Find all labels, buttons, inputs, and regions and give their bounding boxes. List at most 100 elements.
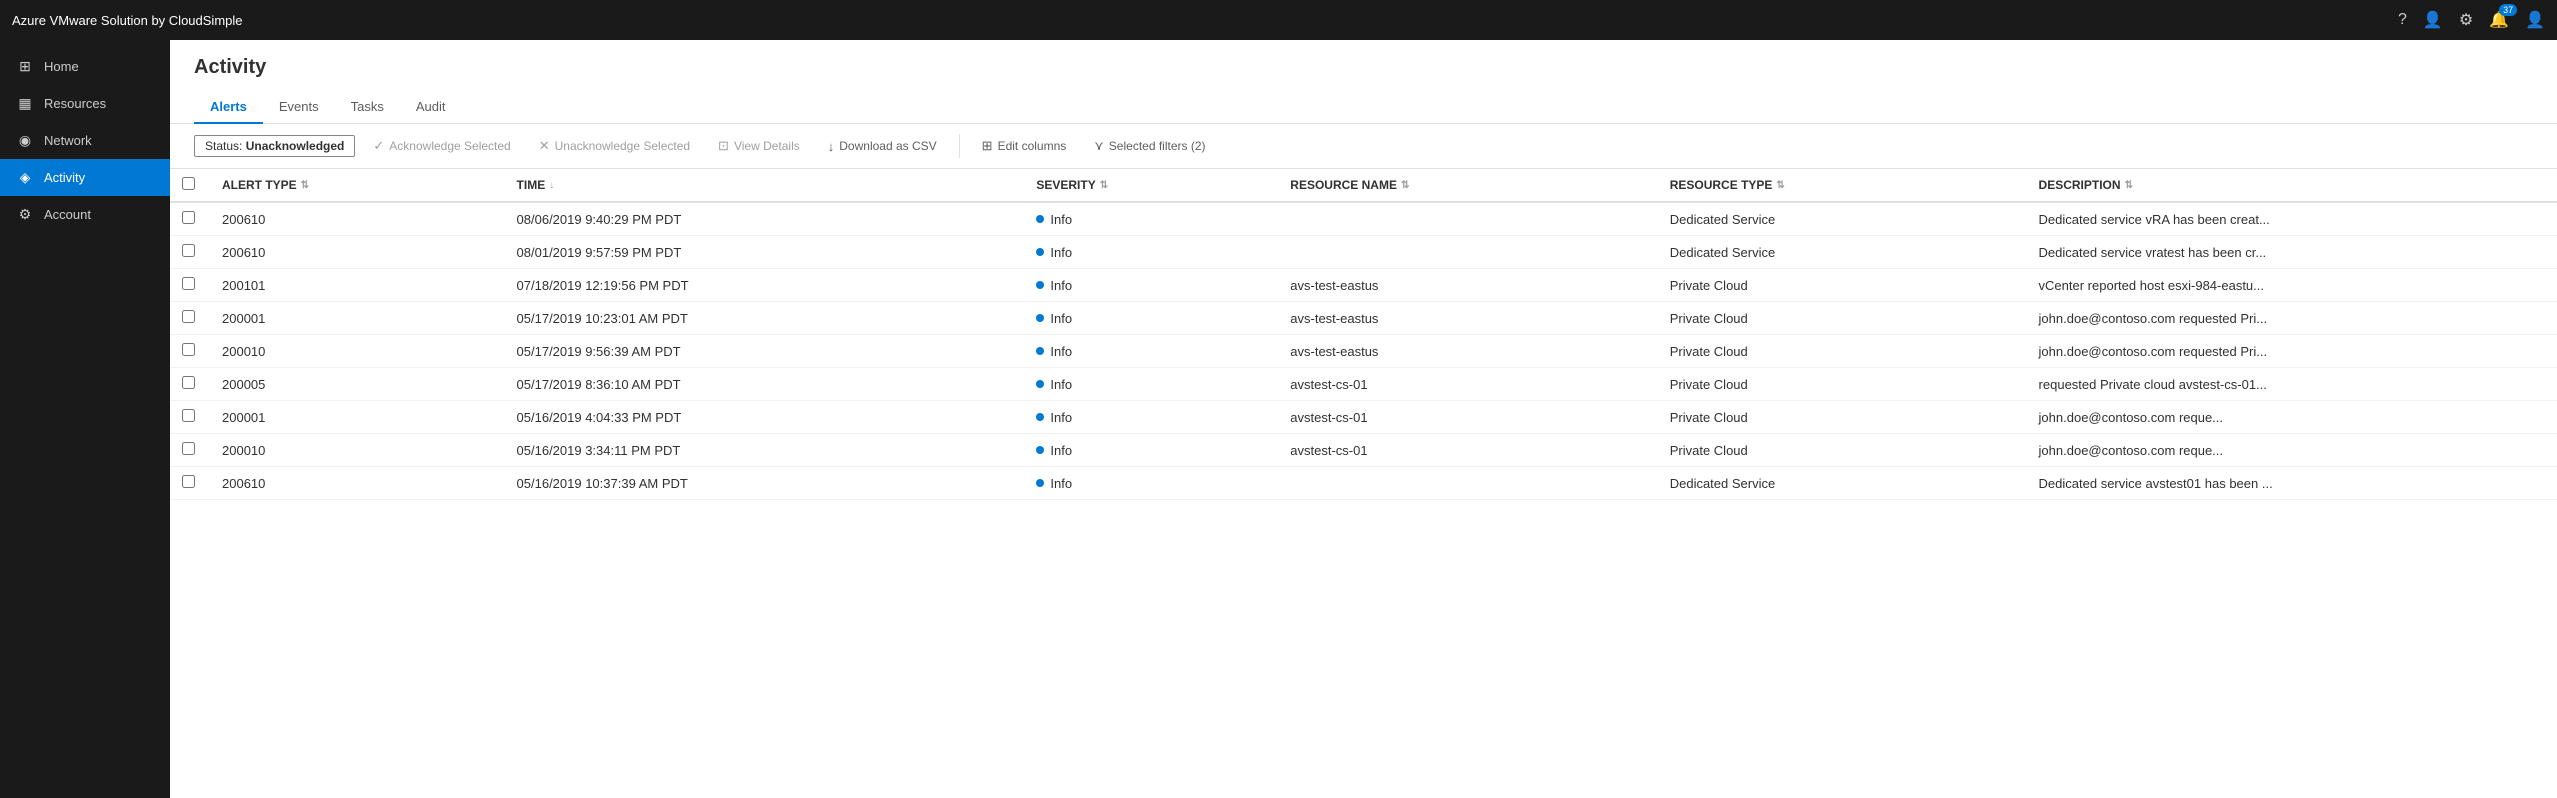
row-alert-type: 200610 [210, 236, 505, 269]
resources-icon: ▦ [16, 95, 34, 112]
sort-resource-name-icon: ⇅ [1401, 180, 1409, 191]
download-csv-button[interactable]: ↓ Download as CSV [818, 135, 947, 158]
table-row[interactable]: 200101 07/18/2019 12:19:56 PM PDT Info a… [170, 269, 2557, 302]
row-checkbox-cell [170, 202, 210, 236]
view-details-label: View Details [734, 139, 800, 153]
table-row[interactable]: 200610 08/01/2019 9:57:59 PM PDT Info De… [170, 236, 2557, 269]
tabs: Alerts Events Tasks Audit [194, 91, 2533, 123]
table-row[interactable]: 200010 05/17/2019 9:56:39 AM PDT Info av… [170, 335, 2557, 368]
edit-columns-label: Edit columns [998, 139, 1067, 153]
sidebar-item-home[interactable]: ⊞ Home [0, 48, 170, 85]
row-description: Dedicated service avstest01 has been ... [2027, 467, 2557, 500]
unacknowledge-label: Unacknowledge Selected [555, 139, 690, 153]
selected-filters-button[interactable]: ⋎ Selected filters (2) [1084, 134, 1215, 158]
activity-icon: ◈ [16, 169, 34, 186]
severity-label: Info [1050, 212, 1072, 227]
row-resource-name [1278, 202, 1657, 236]
row-alert-type: 200010 [210, 434, 505, 467]
row-description: Dedicated service vRA has been creat... [2027, 202, 2557, 236]
download-icon: ↓ [828, 139, 835, 154]
col-time[interactable]: TIME ↓ [505, 169, 1025, 202]
row-checkbox-8[interactable] [182, 475, 195, 488]
row-resource-type: Dedicated Service [1658, 202, 2027, 236]
row-resource-type: Private Cloud [1658, 368, 2027, 401]
severity-label: Info [1050, 311, 1072, 326]
row-time: 08/01/2019 9:57:59 PM PDT [505, 236, 1025, 269]
col-resource-type-label: RESOURCE TYPE [1670, 178, 1773, 192]
account-icon[interactable]: 👤 [2525, 10, 2545, 30]
x-icon: ✕ [539, 138, 550, 154]
select-all-checkbox[interactable] [182, 177, 195, 190]
row-severity: Info [1024, 236, 1278, 269]
col-severity-label: SEVERITY [1036, 178, 1095, 192]
sidebar-item-network[interactable]: ◉ Network [0, 122, 170, 159]
row-checkbox-cell [170, 236, 210, 269]
col-resource-name[interactable]: RESOURCE NAME ⇅ [1278, 169, 1657, 202]
tab-audit[interactable]: Audit [400, 91, 462, 124]
settings-icon[interactable]: ⚙ [2459, 10, 2473, 30]
row-resource-name: avstest-cs-01 [1278, 401, 1657, 434]
tab-alerts[interactable]: Alerts [194, 91, 263, 124]
row-checkbox-1[interactable] [182, 244, 195, 257]
col-severity[interactable]: SEVERITY ⇅ [1024, 169, 1278, 202]
severity-label: Info [1050, 278, 1072, 293]
table-row[interactable]: 200010 05/16/2019 3:34:11 PM PDT Info av… [170, 434, 2557, 467]
row-description: Dedicated service vratest has been cr... [2027, 236, 2557, 269]
view-details-button[interactable]: ⊡ View Details [708, 134, 810, 158]
severity-dot [1036, 347, 1044, 355]
help-icon[interactable]: ? [2398, 11, 2407, 29]
alerts-table: ALERT TYPE ⇅ TIME ↓ SEVE [170, 169, 2557, 500]
row-checkbox-3[interactable] [182, 310, 195, 323]
row-checkbox-cell [170, 434, 210, 467]
acknowledge-selected-button[interactable]: ✓ Acknowledge Selected [363, 134, 520, 158]
table-row[interactable]: 200001 05/17/2019 10:23:01 AM PDT Info a… [170, 302, 2557, 335]
row-checkbox-7[interactable] [182, 442, 195, 455]
row-checkbox-2[interactable] [182, 277, 195, 290]
row-alert-type: 200001 [210, 302, 505, 335]
tab-tasks[interactable]: Tasks [335, 91, 400, 124]
unacknowledge-selected-button[interactable]: ✕ Unacknowledge Selected [529, 134, 700, 158]
columns-icon: ⊞ [982, 138, 993, 154]
selected-filters-label: Selected filters (2) [1109, 139, 1206, 153]
sidebar-item-activity[interactable]: ◈ Activity [0, 159, 170, 196]
row-severity: Info [1024, 401, 1278, 434]
sidebar-item-resources[interactable]: ▦ Resources [0, 85, 170, 122]
table-body: 200610 08/06/2019 9:40:29 PM PDT Info De… [170, 202, 2557, 500]
row-checkbox-0[interactable] [182, 211, 195, 224]
row-resource-type: Private Cloud [1658, 269, 2027, 302]
col-description[interactable]: DESCRIPTION ⇅ [2027, 169, 2557, 202]
sidebar-item-account[interactable]: ⚙ Account [0, 196, 170, 233]
row-resource-name: avstest-cs-01 [1278, 368, 1657, 401]
row-description: john.doe@contoso.com reque... [2027, 434, 2557, 467]
sidebar-item-label-home: Home [44, 59, 79, 74]
sidebar-item-label-network: Network [44, 133, 92, 148]
col-resource-type[interactable]: RESOURCE TYPE ⇅ [1658, 169, 2027, 202]
severity-dot [1036, 380, 1044, 388]
row-resource-type: Private Cloud [1658, 434, 2027, 467]
row-severity: Info [1024, 302, 1278, 335]
row-description: john.doe@contoso.com requested Pri... [2027, 335, 2557, 368]
acknowledge-label: Acknowledge Selected [389, 139, 510, 153]
table-row[interactable]: 200610 08/06/2019 9:40:29 PM PDT Info De… [170, 202, 2557, 236]
topbar-icons: ? 👤 ⚙ 🔔 37 👤 [2398, 10, 2545, 30]
notification-icon[interactable]: 🔔 37 [2489, 10, 2509, 30]
row-checkbox-5[interactable] [182, 376, 195, 389]
col-alert-type[interactable]: ALERT TYPE ⇅ [210, 169, 505, 202]
check-icon: ✓ [373, 138, 384, 154]
user-icon[interactable]: 👤 [2423, 10, 2443, 30]
row-checkbox-6[interactable] [182, 409, 195, 422]
severity-label: Info [1050, 377, 1072, 392]
status-filter-badge[interactable]: Status: Unacknowledged [194, 135, 355, 157]
table-row[interactable]: 200001 05/16/2019 4:04:33 PM PDT Info av… [170, 401, 2557, 434]
row-checkbox-cell [170, 335, 210, 368]
tab-events[interactable]: Events [263, 91, 335, 124]
row-severity: Info [1024, 269, 1278, 302]
table-row[interactable]: 200005 05/17/2019 8:36:10 AM PDT Info av… [170, 368, 2557, 401]
row-resource-type: Private Cloud [1658, 335, 2027, 368]
row-severity: Info [1024, 434, 1278, 467]
edit-columns-button[interactable]: ⊞ Edit columns [972, 134, 1077, 158]
severity-dot [1036, 281, 1044, 289]
row-time: 05/17/2019 9:56:39 AM PDT [505, 335, 1025, 368]
table-row[interactable]: 200610 05/16/2019 10:37:39 AM PDT Info D… [170, 467, 2557, 500]
row-checkbox-4[interactable] [182, 343, 195, 356]
